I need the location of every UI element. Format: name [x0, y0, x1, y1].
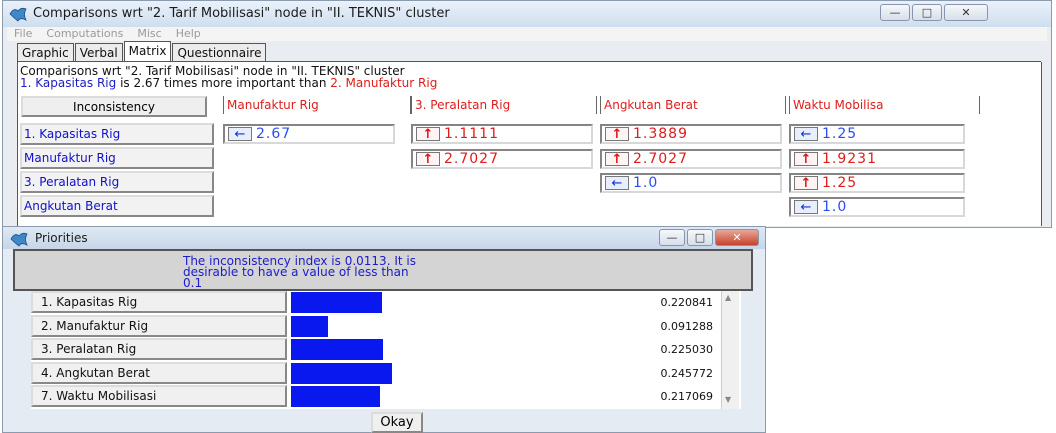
cell-value: 1.0 [633, 175, 659, 191]
statement-item-a: 1. Kapasitas Rig [20, 76, 117, 90]
priority-label: 3. Peralatan Rig [31, 338, 287, 360]
cell-value: 2.67 [256, 126, 292, 142]
priority-bar [291, 292, 382, 313]
scrollbar[interactable]: ▲ ▼ [721, 291, 739, 409]
priority-value: 0.217069 [660, 390, 714, 403]
menu-help[interactable]: Help [169, 27, 208, 41]
minimize-button[interactable]: — [659, 229, 685, 246]
row-header: 3. Peralatan Rig [20, 171, 214, 193]
cell-value: 1.25 [822, 175, 858, 191]
tab-questionnaire[interactable]: Questionnaire [172, 43, 267, 62]
okay-button[interactable]: Okay [371, 412, 423, 433]
matrix-cell[interactable]: ← 2.67 [223, 124, 395, 144]
row-header: Manufaktur Rig [20, 147, 214, 169]
priority-bar [291, 362, 392, 384]
column-header: Manufaktur Rig [223, 96, 411, 114]
arrow-up-icon[interactable]: ↑ [416, 127, 440, 142]
priority-label: 2. Manufaktur Rig [31, 314, 287, 337]
matrix-cell[interactable]: ↑ 1.9231 [789, 149, 965, 169]
tab-bar: Graphic Verbal Matrix Questionnaire [17, 41, 267, 62]
cell-value: 2.7027 [444, 151, 499, 167]
priorities-window: Priorities — □ ✕ The inconsistency index… [2, 226, 766, 433]
matrix-cell[interactable]: ↑ 2.7027 [411, 149, 593, 169]
statement-text: is 2.67 times more important than [116, 76, 331, 90]
priority-label: 7. Waktu Mobilisasi [31, 385, 287, 407]
matrix-panel: Comparisons wrt "2. Tarif Mobilisasi" no… [17, 62, 1042, 226]
message-line: 0.1 [183, 276, 203, 290]
scroll-down-arrow-icon[interactable]: ▼ [725, 395, 731, 404]
cell-value: 1.1111 [444, 126, 499, 142]
maximize-button[interactable]: □ [687, 229, 713, 246]
tab-verbal[interactable]: Verbal [74, 43, 123, 62]
priority-value: 0.091288 [660, 319, 714, 333]
minimize-button[interactable]: — [880, 4, 910, 21]
cell-value: 1.3889 [633, 126, 688, 142]
scroll-up-arrow-icon[interactable]: ▲ [725, 293, 731, 302]
tab-matrix[interactable]: Matrix [123, 41, 172, 62]
priority-bar [291, 386, 380, 407]
matrix-cell[interactable]: ↑ 1.1111 [411, 124, 593, 144]
comparisons-window: Comparisons wrt "2. Tarif Mobilisasi" no… [2, 0, 1052, 228]
priority-value: 0.245772 [660, 366, 714, 380]
arrow-left-icon[interactable]: ← [228, 127, 252, 142]
matrix-cell[interactable]: ↑ 1.25 [789, 173, 965, 193]
arrow-left-icon[interactable]: ← [794, 127, 818, 142]
matrix-cell[interactable]: ↑ 2.7027 [600, 149, 782, 169]
priority-value: 0.225030 [660, 343, 714, 356]
priority-value: 0.220841 [660, 296, 714, 309]
matrix-cell[interactable]: ← 1.0 [789, 197, 965, 217]
menu-misc[interactable]: Misc [130, 27, 168, 41]
maximize-button[interactable]: □ [912, 4, 942, 21]
priority-label: 4. Angkutan Berat [31, 361, 287, 384]
close-button[interactable]: ✕ [944, 4, 988, 21]
arrow-left-icon[interactable]: ← [794, 200, 818, 215]
row-header: Angkutan Berat [20, 195, 214, 217]
priority-bar [291, 339, 383, 360]
matrix-cell[interactable]: ← 1.0 [600, 173, 782, 193]
inconsistency-message: The inconsistency index is 0.0113. It is… [13, 249, 753, 291]
column-header: 3. Peralatan Rig [411, 96, 597, 114]
menu-computations[interactable]: Computations [39, 27, 130, 41]
inconsistency-button[interactable]: Inconsistency [21, 96, 207, 117]
app-icon [10, 231, 28, 247]
cell-value: 1.25 [822, 126, 858, 142]
tab-graphic[interactable]: Graphic [17, 43, 74, 62]
arrow-up-icon[interactable]: ↑ [794, 176, 818, 191]
arrow-up-icon[interactable]: ↑ [416, 152, 440, 167]
window-titlebar[interactable]: Comparisons wrt "2. Tarif Mobilisasi" no… [3, 1, 1051, 27]
priorities-titlebar[interactable]: Priorities — □ ✕ [3, 227, 765, 249]
cell-value: 2.7027 [633, 151, 688, 167]
app-icon [9, 6, 27, 22]
matrix-cell[interactable]: ↑ 1.3889 [600, 124, 782, 144]
column-header: Waktu Mobilisa [789, 96, 980, 114]
menu-file[interactable]: File [7, 27, 39, 41]
priority-bar [291, 315, 328, 337]
priority-label: 1. Kapasitas Rig [31, 291, 287, 313]
priorities-title: Priorities [35, 231, 88, 245]
message-line: desirable to have a value of less than [183, 265, 409, 279]
cell-value: 1.0 [822, 199, 848, 215]
arrow-left-icon[interactable]: ← [605, 176, 629, 191]
arrow-up-icon[interactable]: ↑ [605, 152, 629, 167]
column-header: Angkutan Berat [600, 96, 786, 114]
comparison-statement: 1. Kapasitas Rig is 2.67 times more impo… [20, 77, 437, 89]
arrow-up-icon[interactable]: ↑ [605, 127, 629, 142]
matrix-cell[interactable]: ← 1.25 [789, 124, 965, 144]
menu-bar: File Computations Misc Help [7, 27, 1047, 41]
row-header: 1. Kapasitas Rig [20, 123, 214, 145]
priorities-list: 1. Kapasitas Rig 0.220841 2. Manufaktur Ri… [31, 291, 741, 409]
window-title: Comparisons wrt "2. Tarif Mobilisasi" no… [33, 6, 450, 21]
arrow-up-icon[interactable]: ↑ [794, 152, 818, 167]
statement-item-b: 2. Manufaktur Rig [330, 76, 438, 90]
close-button[interactable]: ✕ [715, 229, 759, 246]
cell-value: 1.9231 [822, 151, 877, 167]
